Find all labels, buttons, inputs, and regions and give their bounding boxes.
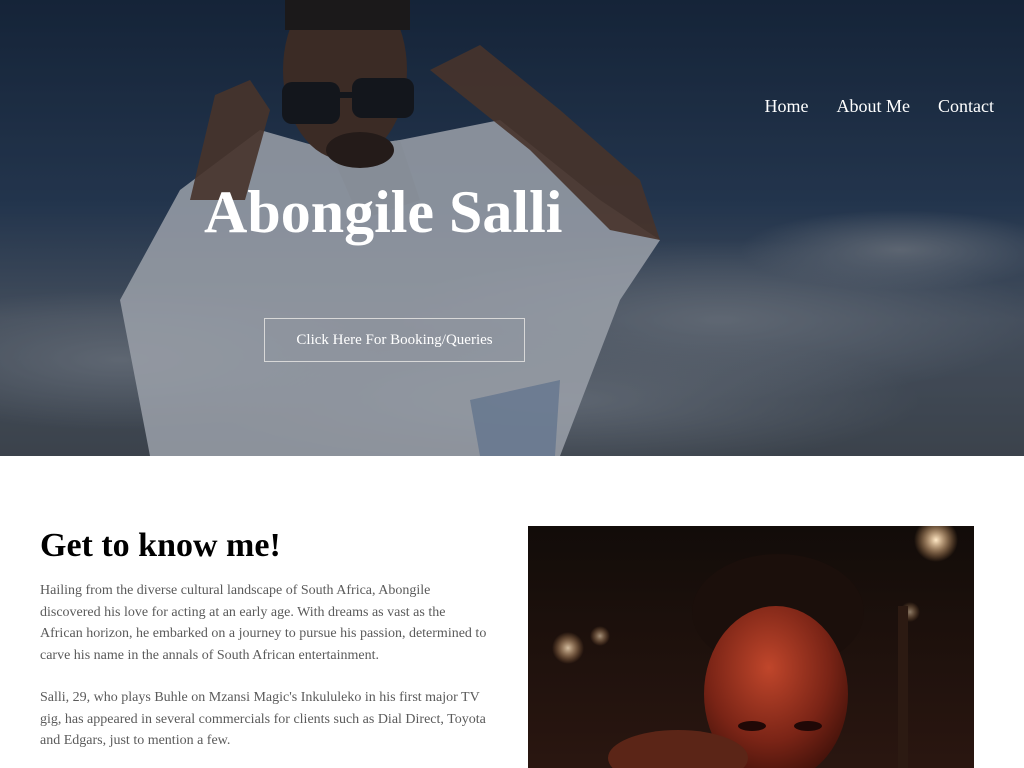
nav-about-link[interactable]: About Me (837, 96, 911, 117)
about-paragraph: Salli, 29, who plays Buhle on Mzansi Mag… (40, 690, 486, 748)
hero-title: Abongile Salli (204, 179, 563, 245)
nav-home-link[interactable]: Home (765, 96, 809, 117)
about-text: Hailing from the diverse cultural landsc… (40, 580, 490, 752)
about-paragraph: Hailing from the diverse cultural landsc… (40, 583, 487, 663)
booking-button[interactable]: Click Here For Booking/Queries (264, 318, 525, 362)
hero-section: Home About Me Contact Abongile Salli Cli… (0, 0, 1024, 456)
about-heading: Get to know me! (40, 527, 281, 564)
nav-contact-link[interactable]: Contact (938, 96, 994, 117)
main-nav: Home About Me Contact (765, 96, 995, 117)
about-portrait-photo (528, 526, 974, 768)
portrait-image (528, 526, 974, 768)
